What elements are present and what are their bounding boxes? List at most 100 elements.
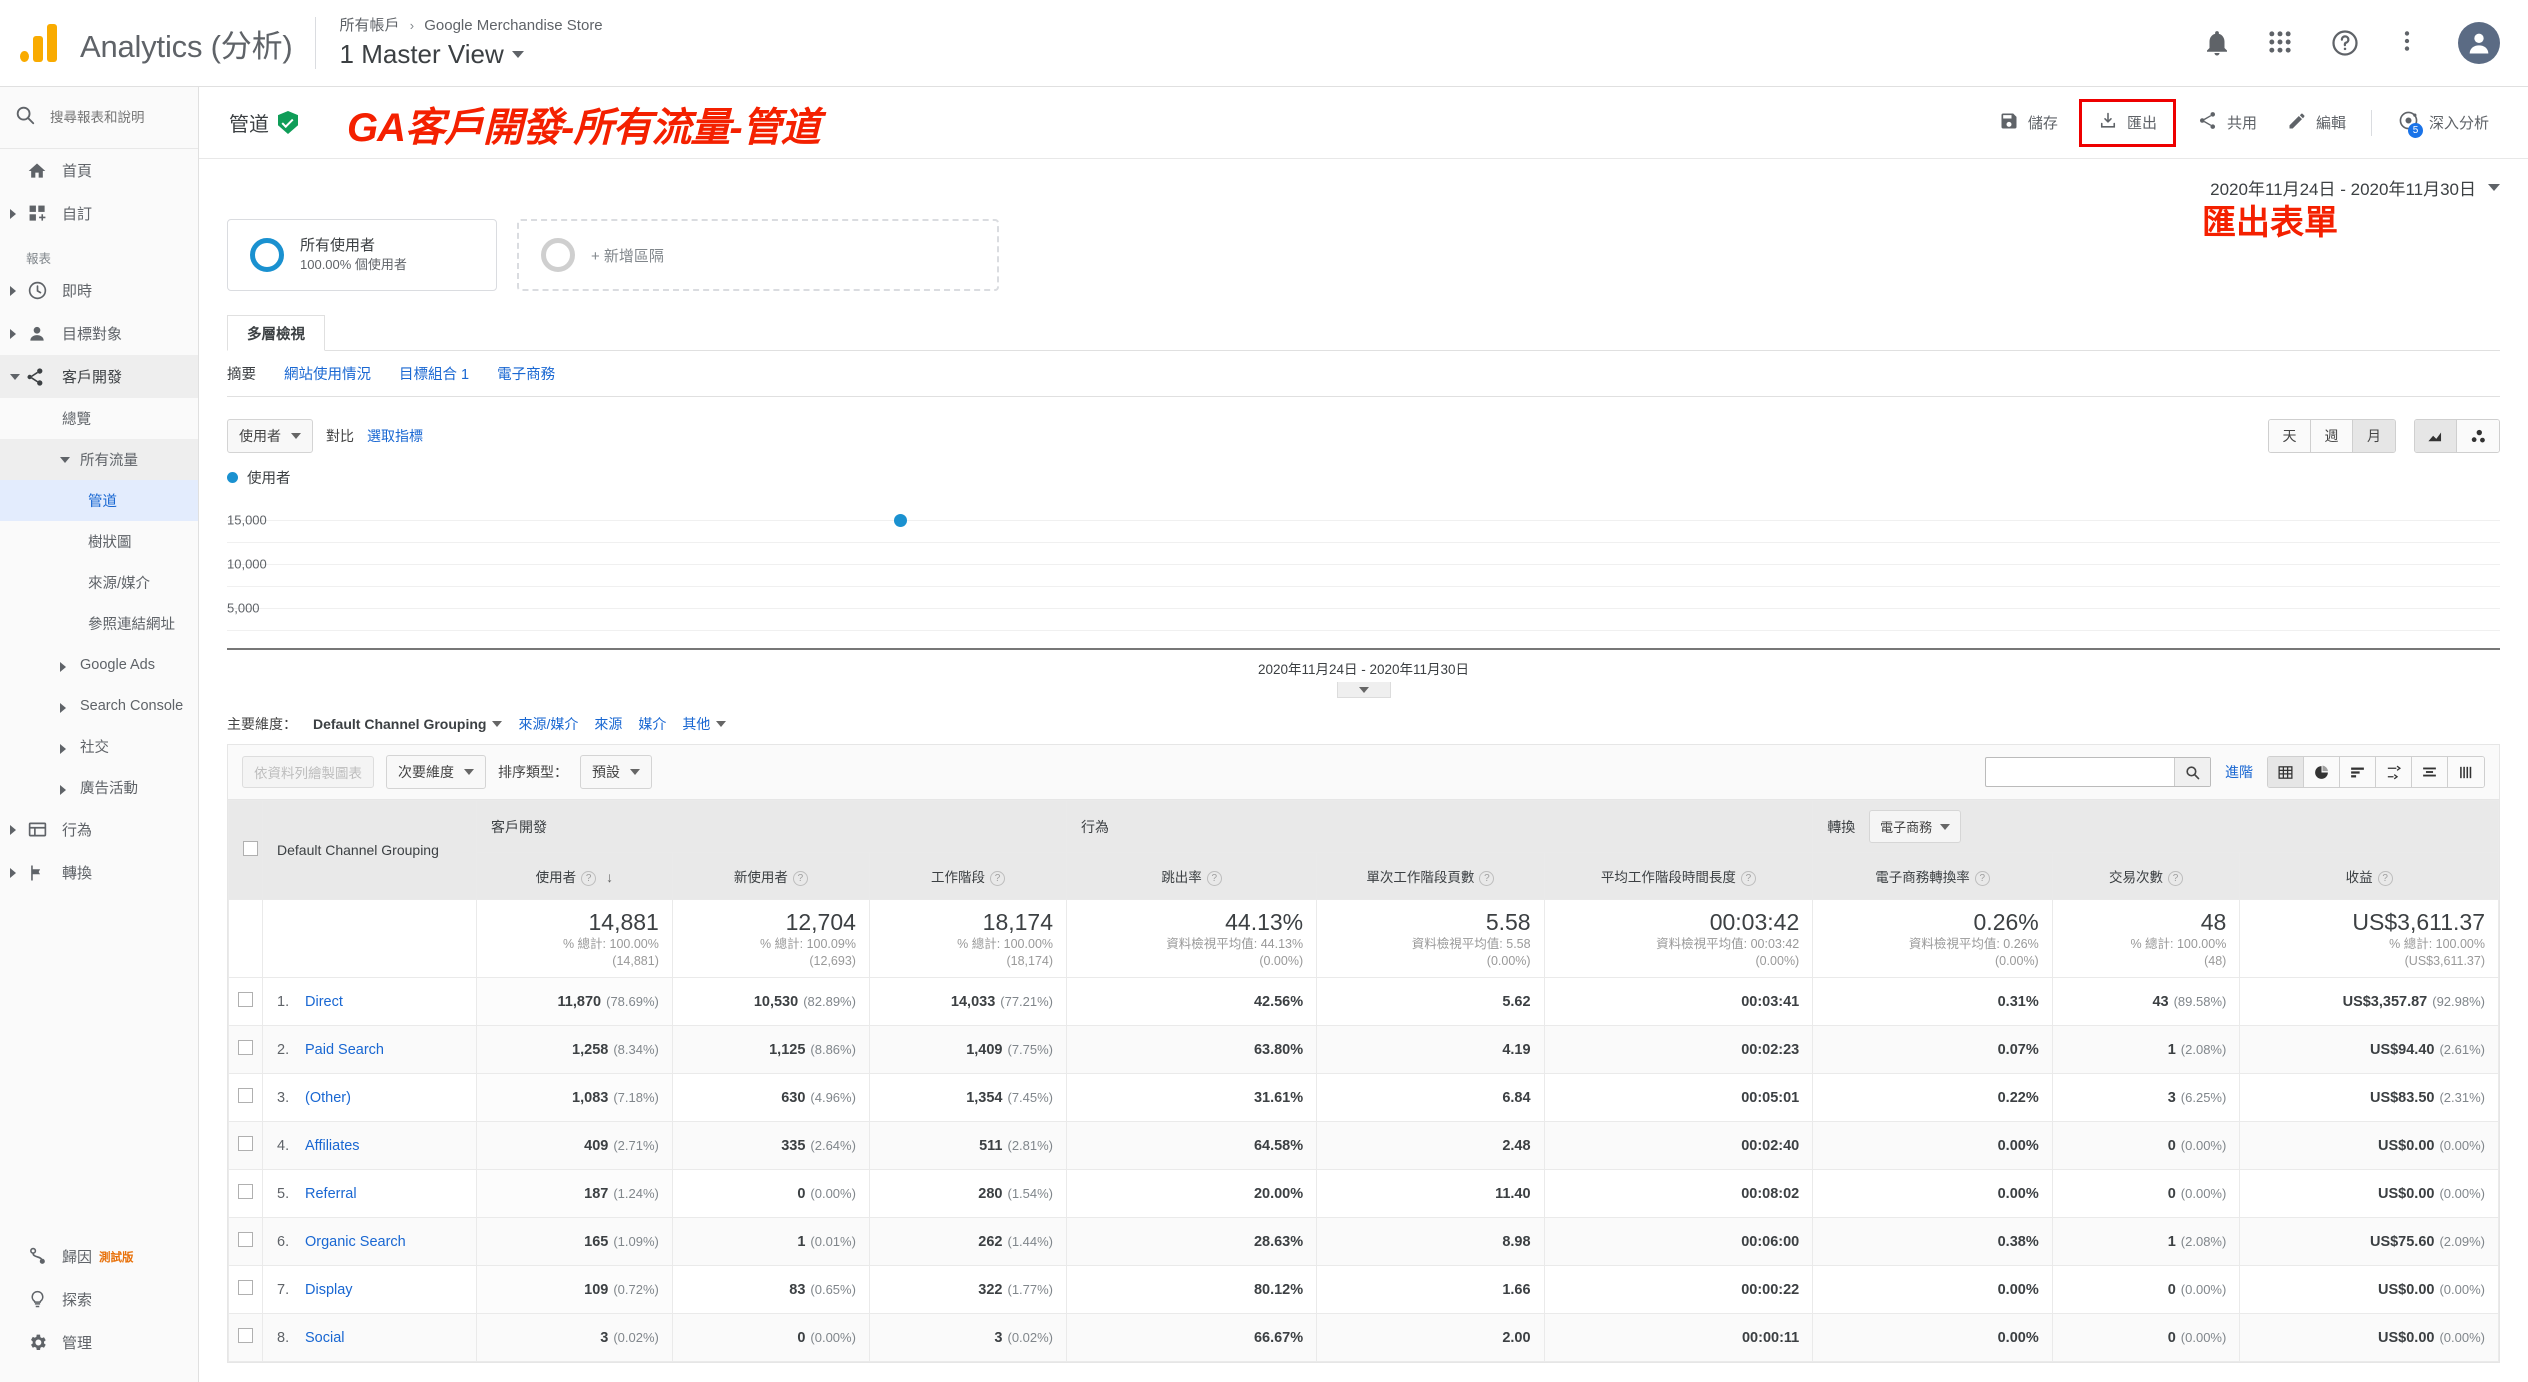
metric-header-new-users[interactable]: 新使用者?	[671, 852, 870, 900]
table-row[interactable]: 3. (Other) 1,083 (7.18%) 630 (4.96%) 1,354 (7.4…	[228, 1073, 2499, 1122]
help-icon[interactable]	[2330, 28, 2360, 58]
select-metric-link[interactable]: 選取指標	[367, 426, 423, 446]
sidebar-item-home[interactable]: 首頁	[0, 149, 198, 192]
conversion-goal-select[interactable]: 電子商務	[1869, 810, 1962, 843]
metric-select[interactable]: 使用者	[227, 419, 313, 453]
sidebar-item-social[interactable]: 社交	[0, 726, 198, 767]
row-checkbox[interactable]	[238, 1040, 253, 1055]
line-chart-icon[interactable]	[2415, 420, 2457, 452]
sidebar-item-source-medium[interactable]: 來源/媒介	[0, 562, 198, 603]
collapse-chart-button[interactable]	[1336, 682, 1391, 698]
table-row[interactable]: 7. Display 109 (0.72%) 83 (0.65%) 322 (1.77%) 80…	[228, 1265, 2499, 1314]
row-checkbox[interactable]	[238, 1280, 253, 1295]
performance-view-icon[interactable]	[2448, 757, 2484, 787]
row-checkbox[interactable]	[238, 1088, 253, 1103]
granularity-day[interactable]: 天	[2269, 420, 2311, 452]
tab-summary[interactable]: 摘要	[227, 363, 256, 384]
help-icon[interactable]: ?	[1479, 871, 1495, 886]
bar-view-icon[interactable]	[2340, 757, 2376, 787]
row-dimension-link[interactable]: Display	[305, 1282, 353, 1298]
granularity-month[interactable]: 月	[2353, 420, 2395, 452]
tab-explorer[interactable]: 多層檢視	[227, 315, 325, 351]
breadcrumb-property[interactable]: Google Merchandise Store	[424, 17, 602, 34]
plot-rows-button[interactable]: 依資料列繪製圖表	[242, 756, 374, 788]
advanced-filter-link[interactable]: 進階	[2225, 762, 2253, 782]
tab-ecommerce[interactable]: 電子商務	[497, 363, 555, 384]
granularity-week[interactable]: 週	[2311, 420, 2353, 452]
dimension-source-medium[interactable]: 來源/媒介	[518, 714, 578, 734]
sidebar-search[interactable]	[0, 87, 198, 149]
share-button[interactable]: 共用	[2182, 100, 2272, 145]
avatar[interactable]	[2458, 22, 2500, 64]
sidebar-item-conversions[interactable]: 轉換	[0, 851, 198, 894]
dimension-other[interactable]: 其他	[682, 714, 727, 734]
secondary-dimension-select[interactable]: 次要維度	[386, 755, 486, 789]
add-segment-button[interactable]: + 新增區隔	[517, 219, 999, 291]
row-checkbox[interactable]	[238, 1328, 253, 1343]
sidebar-item-audience[interactable]: 目標對象	[0, 312, 198, 355]
save-button[interactable]: 儲存	[1984, 101, 2073, 145]
tab-site-usage[interactable]: 網站使用情況	[284, 363, 371, 384]
row-dimension-link[interactable]: Direct	[305, 994, 343, 1010]
search-input[interactable]	[48, 109, 178, 126]
export-button[interactable]: 匯出	[2078, 98, 2176, 147]
row-dimension-link[interactable]: (Other)	[305, 1090, 351, 1106]
sidebar-item-all-traffic[interactable]: 所有流量	[0, 439, 198, 480]
sidebar-item-realtime[interactable]: 即時	[0, 269, 198, 312]
sidebar-item-search-console[interactable]: Search Console	[0, 685, 198, 726]
chart-data-point[interactable]	[894, 514, 907, 527]
view-selector[interactable]: 1 Master View	[340, 38, 603, 70]
metric-header-pages-per-session[interactable]: 單次工作階段頁數?	[1316, 852, 1545, 900]
metric-header-avg-session-duration[interactable]: 平均工作階段時間長度?	[1543, 852, 1814, 900]
row-dimension-link[interactable]: Affiliates	[305, 1138, 360, 1154]
sidebar-item-referrals[interactable]: 參照連結網址	[0, 603, 198, 644]
help-icon[interactable]: ?	[2377, 871, 2393, 886]
notifications-bell-icon[interactable]	[2202, 28, 2232, 58]
row-checkbox[interactable]	[238, 1232, 253, 1247]
pivot-view-icon[interactable]	[2412, 757, 2448, 787]
sidebar-item-behavior[interactable]: 行為	[0, 808, 198, 851]
search-icon[interactable]	[2174, 758, 2210, 786]
select-all-checkbox[interactable]	[243, 841, 258, 856]
breadcrumb[interactable]: 所有帳戶 › Google Merchandise Store	[340, 16, 603, 36]
table-row[interactable]: 8. Social 3 (0.02%) 0 (0.00%) 3 (0.02%) 66.67% 2.…	[228, 1313, 2499, 1362]
insights-button[interactable]: 5 深入分析	[2382, 99, 2504, 146]
breadcrumb-account[interactable]: 所有帳戶	[340, 17, 400, 34]
sidebar-item-admin[interactable]: 管理	[0, 1321, 198, 1364]
sidebar-item-treemaps[interactable]: 樹狀圖	[0, 521, 198, 562]
row-checkbox[interactable]	[238, 1184, 253, 1199]
help-icon[interactable]: ?	[1206, 871, 1222, 886]
sidebar-item-customization[interactable]: 自訂	[0, 192, 198, 235]
sidebar-item-discover[interactable]: 探索	[0, 1278, 198, 1321]
sidebar-item-attribution[interactable]: 歸因 測試版	[0, 1235, 198, 1278]
account-selector[interactable]: 所有帳戶 › Google Merchandise Store 1 Master…	[340, 16, 603, 70]
dimension-source[interactable]: 來源	[594, 714, 622, 734]
help-icon[interactable]: ?	[792, 871, 808, 886]
help-icon[interactable]: ?	[2168, 871, 2184, 886]
scatter-plot-icon[interactable]	[2457, 420, 2499, 452]
chevron-down-icon[interactable]	[2488, 183, 2500, 191]
help-icon[interactable]: ?	[1740, 871, 1756, 886]
comparison-view-icon[interactable]	[2376, 757, 2412, 787]
segment-all-users[interactable]: 所有使用者 100.00% 個使用者	[227, 219, 497, 291]
sidebar-item-channels[interactable]: 管道	[0, 480, 198, 521]
sidebar-item-acquisition[interactable]: 客戶開發	[0, 355, 198, 398]
metric-header-transactions[interactable]: 交易次數?	[2051, 852, 2241, 900]
row-dimension-link[interactable]: Referral	[305, 1186, 357, 1202]
edit-button[interactable]: 編輯	[2272, 101, 2361, 145]
metric-header-ecommerce-conversion-rate[interactable]: 電子商務轉換率?	[1812, 852, 2053, 900]
sidebar-item-google-ads[interactable]: Google Ads	[0, 644, 198, 685]
row-dimension-link[interactable]: Organic Search	[305, 1234, 406, 1250]
dimension-medium[interactable]: 媒介	[638, 714, 666, 734]
apps-grid-icon[interactable]	[2266, 28, 2296, 58]
table-row[interactable]: 2. Paid Search 1,258 (8.34%) 1,125 (8.86%) 1,4…	[228, 1025, 2499, 1074]
row-checkbox[interactable]	[238, 992, 253, 1007]
help-icon[interactable]: ?	[989, 871, 1005, 886]
metric-header-users[interactable]: 使用者? ↓	[476, 852, 673, 900]
sort-type-select[interactable]: 預設	[580, 755, 652, 789]
metric-header-sessions[interactable]: 工作階段?	[868, 852, 1068, 900]
dimension-default-channel-grouping[interactable]: Default Channel Grouping	[313, 716, 503, 732]
table-row[interactable]: 1. Direct 11,870 (78.69%) 10,530 (82.89%) 14,0…	[228, 977, 2499, 1026]
help-icon[interactable]: ?	[1974, 871, 1990, 886]
table-view-icon[interactable]	[2268, 757, 2304, 787]
